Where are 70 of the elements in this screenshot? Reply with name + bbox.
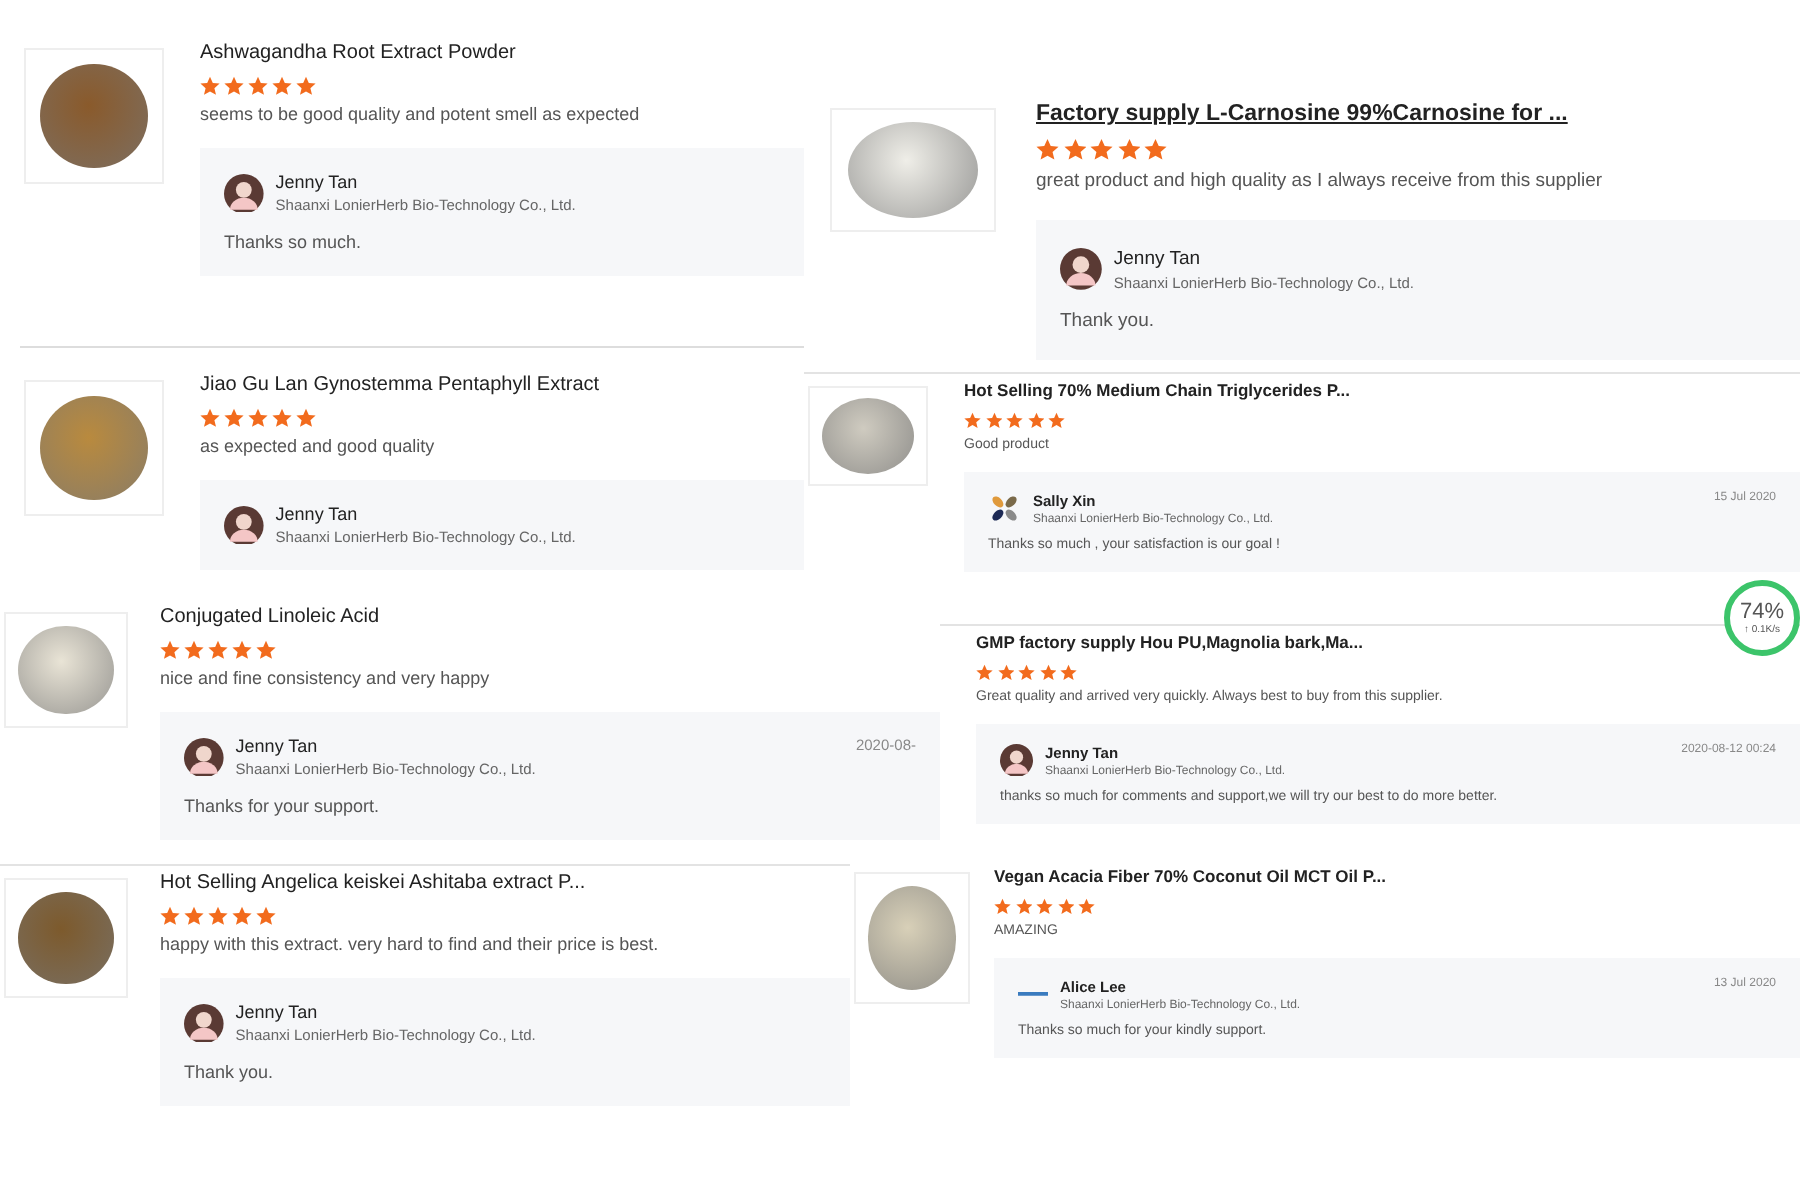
review-comment: seems to be good quality and potent smell as expected bbox=[200, 104, 640, 124]
star-icon bbox=[272, 76, 292, 96]
star-icon bbox=[256, 640, 276, 660]
reviewer-name: Jenny Tan bbox=[1113, 247, 1203, 269]
star-icon bbox=[1078, 898, 1095, 915]
star-icon bbox=[1006, 412, 1023, 429]
product-title: Conjugated Linoleic Acid bbox=[160, 606, 380, 628]
star-icon bbox=[1057, 898, 1074, 915]
star-icon bbox=[1063, 138, 1086, 161]
review-comment: as expected and good quality bbox=[200, 436, 435, 456]
star-icon bbox=[1039, 664, 1056, 681]
star-icon bbox=[994, 898, 1011, 915]
star-icon bbox=[232, 906, 252, 926]
star-icon bbox=[160, 906, 180, 926]
star-icon bbox=[184, 640, 204, 660]
review-comment: happy with this extract. very hard to find and their price is best. bbox=[160, 934, 659, 954]
star-icon bbox=[1036, 898, 1053, 915]
star-icon bbox=[200, 76, 220, 96]
star-icon bbox=[964, 412, 981, 429]
percent-label: 74% bbox=[1739, 600, 1785, 624]
star-icon bbox=[1036, 138, 1059, 161]
star-icon bbox=[1015, 898, 1032, 915]
product-link[interactable]: Factory supply L-Carnosine 99%Carnosine for ... bbox=[1036, 102, 1568, 126]
product-title: Ashwagandha Root Extract Powder bbox=[200, 42, 516, 64]
avatar-icon bbox=[184, 737, 224, 777]
avatar-icon bbox=[224, 505, 264, 545]
star-icon bbox=[1018, 664, 1035, 681]
reviewer-name: Jenny Tan bbox=[275, 504, 360, 524]
avatar-icon bbox=[224, 173, 264, 213]
product-title: Hot Selling Angelica keiskei Ashitaba extract P... bbox=[160, 872, 586, 894]
product-title: GMP factory supply Hou PU,Magnolia bark,Ma... bbox=[976, 632, 1363, 652]
star-icon bbox=[1090, 138, 1113, 161]
star-icon bbox=[224, 408, 244, 428]
star-icon bbox=[208, 906, 228, 926]
reply-text: Thank you. bbox=[184, 1062, 276, 1082]
star-icon bbox=[296, 408, 316, 428]
reviewer-name: Jenny Tan bbox=[275, 172, 360, 192]
reply-text: Thanks for your support. bbox=[184, 796, 382, 816]
product-title: Hot Selling 70% Medium Chain Triglycerides P... bbox=[964, 380, 1351, 400]
star-icon bbox=[184, 906, 204, 926]
star-icon bbox=[256, 906, 276, 926]
star-icon bbox=[248, 76, 268, 96]
star-icon bbox=[1117, 138, 1140, 161]
avatar-icon bbox=[184, 1003, 224, 1043]
star-icon bbox=[296, 76, 316, 96]
star-icon bbox=[160, 640, 180, 660]
star-icon bbox=[232, 640, 252, 660]
avatar-icon bbox=[1000, 743, 1033, 777]
star-icon bbox=[200, 408, 220, 428]
star-icon bbox=[985, 412, 1002, 429]
star-icon bbox=[976, 664, 993, 681]
reviewer-name: Jenny Tan bbox=[235, 1002, 320, 1022]
review-comment: great product and high quality as I always receive from this supplier bbox=[1036, 169, 1603, 191]
star-icon bbox=[1144, 138, 1167, 161]
star-icon bbox=[1027, 412, 1044, 429]
reply-text: Thank you. bbox=[1060, 309, 1156, 331]
star-icon bbox=[997, 664, 1014, 681]
reviewer-name: Jenny Tan bbox=[235, 736, 320, 756]
star-icon bbox=[272, 408, 292, 428]
star-icon bbox=[224, 76, 244, 96]
product-title: Jiao Gu Lan Gynostemma Pentaphyll Extract bbox=[200, 374, 600, 396]
avatar-icon bbox=[1060, 248, 1102, 290]
star-icon bbox=[1060, 664, 1077, 681]
pinwheel-logo-icon bbox=[988, 491, 1021, 525]
product-title: Vegan Acacia Fiber 70% Coconut Oil MCT Oil P... bbox=[994, 866, 1387, 886]
review-comment: nice and fine consistency and very happy bbox=[160, 668, 490, 688]
reply-text: Thanks so much. bbox=[224, 232, 364, 252]
star-icon bbox=[1048, 412, 1065, 429]
star-icon bbox=[208, 640, 228, 660]
star-icon bbox=[248, 408, 268, 428]
